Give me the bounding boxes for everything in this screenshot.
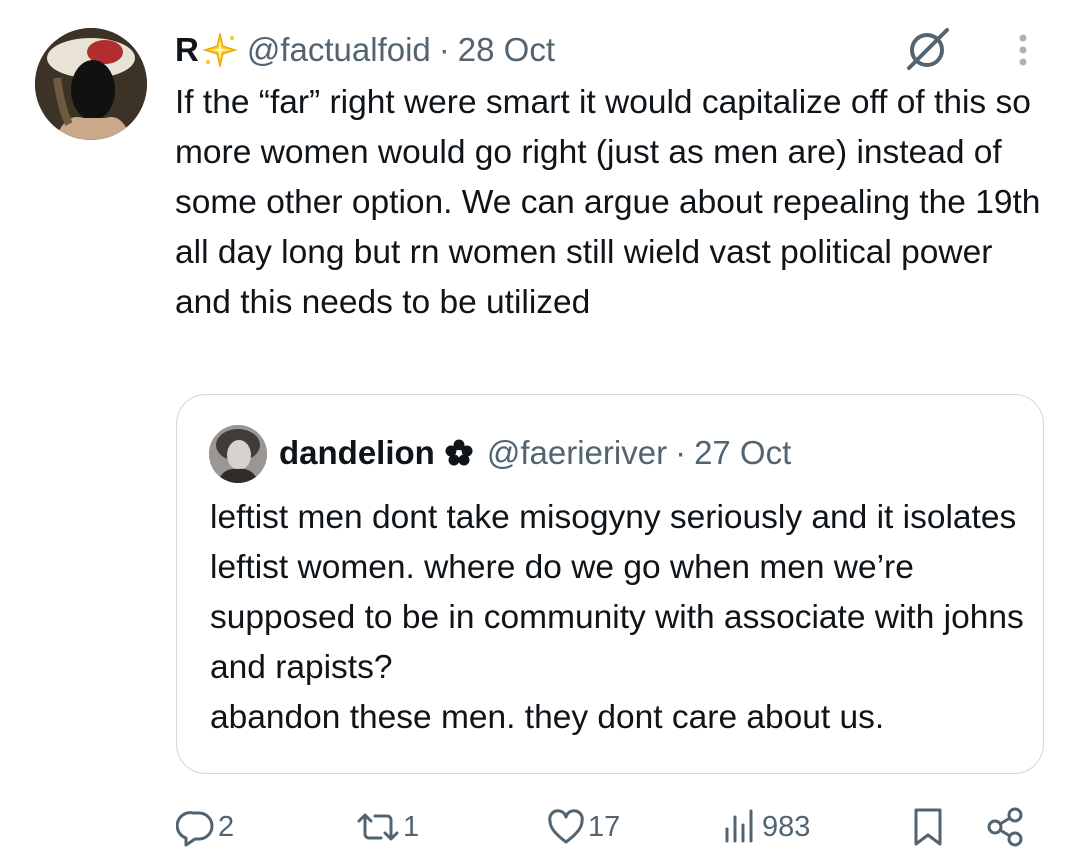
flower-icon bbox=[445, 439, 473, 467]
like-button[interactable]: 17 bbox=[546, 803, 620, 851]
views-icon bbox=[725, 809, 753, 843]
more-icon[interactable] bbox=[1012, 30, 1034, 70]
share-icon bbox=[987, 807, 1023, 847]
bookmark-button[interactable] bbox=[908, 803, 948, 851]
share-button[interactable] bbox=[984, 803, 1028, 851]
author-avatar-image bbox=[35, 28, 147, 140]
reply-count: 2 bbox=[218, 810, 235, 843]
quote-author-handle[interactable]: @faerieriver bbox=[487, 434, 667, 472]
quote-header-separator: · bbox=[675, 434, 687, 471]
views-button[interactable]: 983 bbox=[720, 803, 810, 851]
repost-button[interactable]: 1 bbox=[355, 803, 419, 851]
quote-text: leftist men dont take misogyny seriously… bbox=[210, 499, 1024, 736]
quote-date[interactable]: 27 Oct bbox=[694, 434, 791, 472]
views-count: 983 bbox=[762, 810, 811, 843]
tweet-header: R @factualfoid · 28 Oct bbox=[175, 28, 555, 72]
tweet-date[interactable]: 28 Oct bbox=[458, 31, 555, 69]
quote-author-avatar[interactable] bbox=[209, 425, 267, 483]
header-separator: · bbox=[438, 31, 450, 68]
repost-count: 1 bbox=[403, 810, 420, 843]
author-avatar[interactable] bbox=[35, 28, 147, 140]
bookmark-icon bbox=[914, 808, 942, 846]
author-handle[interactable]: @factualfoid bbox=[247, 31, 431, 69]
tweet-text: If the “far” right were smart it would c… bbox=[175, 84, 1041, 321]
reply-button[interactable]: 2 bbox=[176, 803, 234, 851]
author-name[interactable]: R bbox=[175, 31, 199, 69]
quote-header: dandelion @faerieriver · 27 Oct bbox=[279, 431, 791, 475]
grok-icon[interactable] bbox=[903, 24, 953, 74]
quoted-tweet-card[interactable]: dandelion @faerieriver · 27 Oct leftist … bbox=[176, 394, 1044, 774]
quote-author-avatar-image bbox=[209, 425, 267, 483]
reply-icon bbox=[176, 811, 214, 847]
like-count: 17 bbox=[588, 810, 621, 843]
sparkle-icon bbox=[201, 31, 239, 69]
like-icon bbox=[548, 809, 584, 844]
repost-icon bbox=[357, 813, 399, 841]
quote-author-name[interactable]: dandelion bbox=[279, 434, 435, 472]
